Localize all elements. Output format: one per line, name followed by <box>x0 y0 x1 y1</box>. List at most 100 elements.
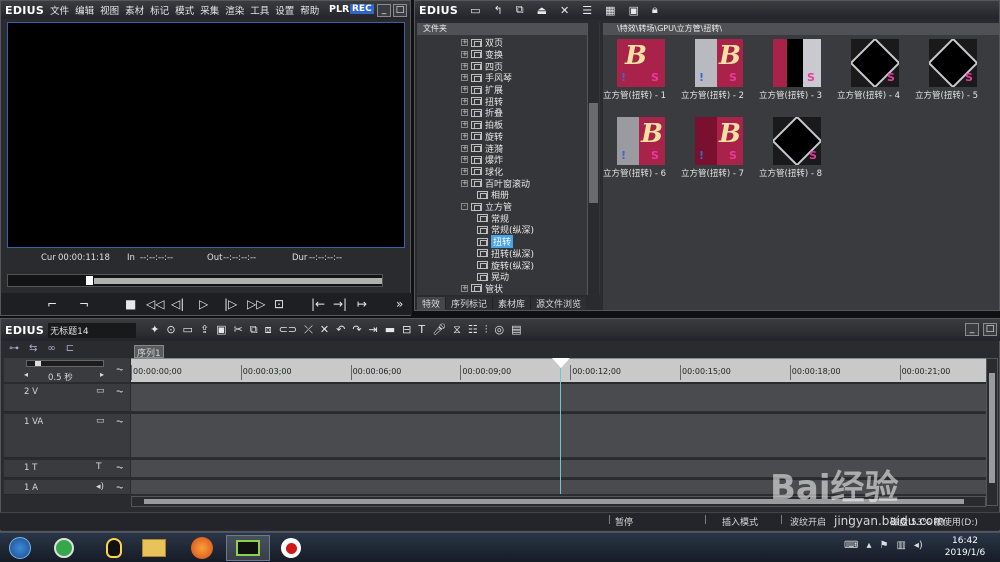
sync-icon[interactable]: ⏦ <box>116 463 123 473</box>
expand-toggle-icon[interactable]: + <box>461 97 468 105</box>
trim-icon[interactable]: ▬ <box>385 323 395 337</box>
paste-icon[interactable]: ⧈ <box>265 323 272 337</box>
folder-icon[interactable]: ▭ <box>470 4 480 17</box>
volume-icon[interactable]: ◂) <box>914 540 923 551</box>
voiceover-icon[interactable]: 🎤︎ <box>432 323 446 337</box>
tree-item[interactable]: 晃动 <box>477 271 509 283</box>
sync-icon[interactable]: ⏦ <box>116 483 123 493</box>
monitor-icon[interactable]: ▭ <box>96 416 105 426</box>
lock-icon[interactable]: 🔒︎ <box>652 3 658 17</box>
menu-file[interactable]: 文件 <box>50 3 69 17</box>
clock[interactable]: 16:42 2019/1/6 <box>940 535 990 559</box>
zoom-left-icon[interactable]: ◂ <box>24 370 28 379</box>
tree-item[interactable]: + 变换 <box>461 49 503 61</box>
effect-thumbnail[interactable]: S <box>929 39 977 87</box>
redo-icon[interactable]: ↷ <box>352 323 361 337</box>
effect-thumbnail[interactable]: S <box>773 117 821 165</box>
show-hidden-icon[interactable]: ▴ <box>866 540 871 551</box>
more-icon[interactable]: » <box>396 297 403 311</box>
expand-toggle-icon[interactable]: + <box>461 39 468 47</box>
zoom-slider[interactable] <box>26 360 104 367</box>
tree-item[interactable]: + 管状 <box>461 283 503 295</box>
expand-toggle-icon[interactable]: + <box>461 109 468 117</box>
step-back-icon[interactable]: ◁| <box>171 297 184 311</box>
track-lane[interactable] <box>131 414 986 458</box>
expand-toggle-icon[interactable]: + <box>461 74 468 82</box>
menu-tools[interactable]: 工具 <box>250 3 269 17</box>
link-icon[interactable]: ⊂⊃ <box>279 323 297 337</box>
timeline-minimize-button[interactable]: _ <box>965 323 979 336</box>
menu-marker[interactable]: 标记 <box>150 3 169 17</box>
expand-toggle-icon[interactable]: + <box>461 50 468 58</box>
sequence-tab[interactable]: 序列1 <box>134 345 164 359</box>
split-icon[interactable]: ⤫ <box>304 323 313 337</box>
title-icon[interactable]: T <box>418 323 425 337</box>
marker-icon[interactable]: ⊟ <box>402 323 411 337</box>
track-header[interactable]: 1 A ◂) ⏦ <box>4 480 130 495</box>
sync-icon[interactable]: ⏦ <box>116 387 123 397</box>
tree-item[interactable]: + 扩展 <box>461 84 503 96</box>
menu-render[interactable]: 渲染 <box>225 3 244 17</box>
audio-mixer-icon[interactable]: ⫶ <box>485 323 488 337</box>
tree-item[interactable]: + 涟漪 <box>461 142 503 155</box>
track-header[interactable]: 1 T T ⏦ <box>4 460 130 478</box>
menu-edit[interactable]: 编辑 <box>75 3 94 17</box>
zoom-value[interactable]: 0.5 秒 <box>48 371 73 383</box>
effect-thumbnail[interactable]: S <box>851 39 899 87</box>
effect-thumbnail[interactable]: B! S <box>617 117 665 165</box>
expand-toggle-icon[interactable]: + <box>461 62 468 70</box>
tab-source-browser[interactable]: 源文件浏览 <box>531 297 587 310</box>
maximize-button[interactable]: □ <box>393 4 407 17</box>
menu-clip[interactable]: 素材 <box>125 3 144 17</box>
menu-capture[interactable]: 采集 <box>200 3 219 17</box>
mode-icon-4[interactable]: ⊏ <box>66 343 74 357</box>
expand-toggle-icon[interactable]: + <box>461 179 468 187</box>
insert-icon[interactable]: |← <box>311 297 325 311</box>
folder-scrollbar[interactable] <box>587 23 599 295</box>
flag-icon[interactable]: ⚑ <box>879 540 888 551</box>
track-header[interactable]: 1 VA ▭ ⏦ <box>4 414 130 458</box>
expand-toggle-icon[interactable]: + <box>461 86 468 94</box>
track-header[interactable]: 2 V ▭ ⏦ <box>4 384 130 412</box>
tree-item[interactable]: 常规 <box>477 213 509 225</box>
timeline-vscroll[interactable] <box>986 358 998 506</box>
minimize-button[interactable]: _ <box>377 4 391 17</box>
snapshot-icon[interactable]: ⊙ <box>166 323 175 337</box>
tree-item[interactable]: + 爆炸 <box>461 154 503 166</box>
ripple-toggle-icon[interactable]: ⏦ <box>116 365 123 375</box>
save-icon[interactable]: ▣ <box>216 323 226 337</box>
sync-icon[interactable]: ⏦ <box>116 417 123 427</box>
keyboard-icon[interactable]: ⌨ <box>844 540 858 551</box>
loop-icon[interactable]: ⊡ <box>274 297 284 311</box>
view-mode-icon[interactable]: ⧉ <box>516 3 524 17</box>
tree-item[interactable]: + 球化 <box>461 166 503 178</box>
play-icon[interactable]: ▷ <box>199 297 208 311</box>
tree-item[interactable]: + 双页 <box>461 37 503 49</box>
effect-thumbnail[interactable]: S <box>773 39 821 87</box>
tree-item[interactable]: + 拍板 <box>461 119 503 131</box>
tree-item[interactable]: + 旋转 <box>461 131 503 143</box>
status-ripple[interactable]: 波纹开启 <box>790 515 826 528</box>
expand-toggle-icon[interactable]: + <box>461 144 468 152</box>
taskbar-app-recorder[interactable] <box>276 535 306 561</box>
sort-icon[interactable]: ⏏ <box>537 4 547 17</box>
tree-item[interactable]: + 百叶窗滚动 <box>461 177 530 190</box>
layout-icon[interactable]: ▤ <box>511 323 521 337</box>
properties-icon[interactable]: ▣ <box>628 4 638 17</box>
mode-icon-1[interactable]: ⊶ <box>9 343 19 357</box>
mixer-icon[interactable]: ☷ <box>468 323 478 337</box>
expand-toggle-icon[interactable]: - <box>461 203 468 211</box>
taskbar-app-explorer[interactable] <box>138 535 170 561</box>
effect-thumbnail[interactable]: B! S <box>695 39 743 87</box>
taskbar-app-edius[interactable] <box>226 535 270 561</box>
tree-item[interactable]: + 折叠 <box>461 107 503 119</box>
ripple-icon[interactable]: ⇥ <box>369 323 378 337</box>
tree-item[interactable]: 相册 <box>477 189 509 201</box>
delete-icon[interactable]: ✕ <box>320 323 329 337</box>
tree-item[interactable]: + 四页 <box>461 60 503 73</box>
speaker-icon[interactable]: ◂) <box>96 482 104 492</box>
plr-button[interactable]: PLR <box>329 4 349 15</box>
menu-settings[interactable]: 设置 <box>275 3 294 17</box>
overwrite-icon[interactable]: →| <box>333 297 347 311</box>
set-out-icon[interactable]: ¬ <box>79 297 89 311</box>
